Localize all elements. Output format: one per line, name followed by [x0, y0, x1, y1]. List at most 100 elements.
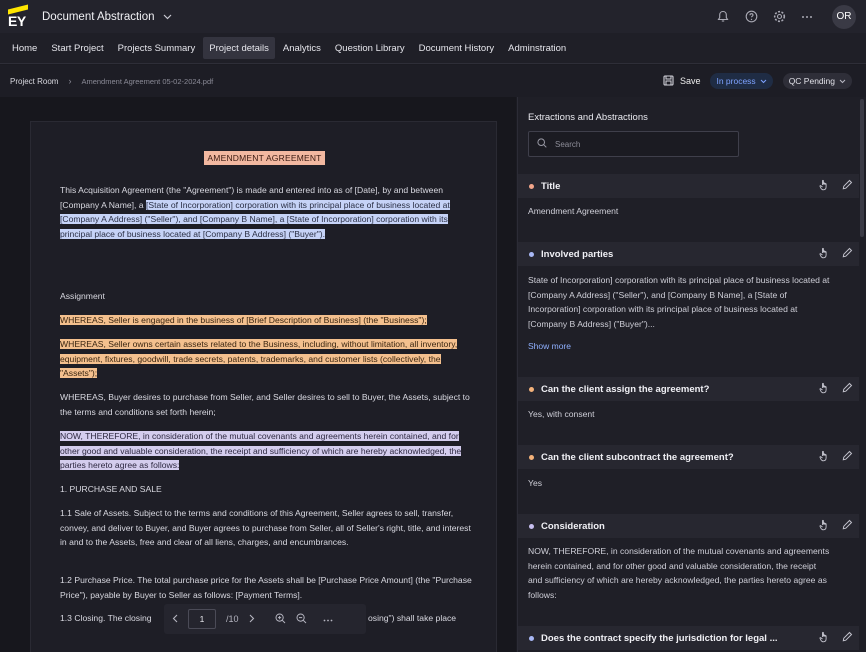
hand-pointer-icon[interactable]: [819, 247, 830, 262]
hand-pointer-icon[interactable]: [819, 382, 830, 397]
qc-label: QC Pending: [788, 76, 835, 86]
more-icon[interactable]: [323, 614, 333, 624]
next-page-icon[interactable]: [249, 614, 255, 625]
top-bar: EY Document Abstraction OR: [0, 0, 866, 33]
clause-1-3-start: 1.3 Closing. The closing: [60, 613, 152, 623]
page-controls: 1 /10: [164, 604, 366, 634]
edit-icon[interactable]: [842, 382, 853, 396]
highlight-consideration[interactable]: NOW, THEREFORE, in consideration of the …: [60, 431, 462, 470]
section-answer: NOW, THEREFORE, in consideration of the …: [528, 546, 830, 600]
edit-icon[interactable]: [842, 179, 853, 193]
edit-icon[interactable]: [842, 247, 853, 261]
nav-question-library[interactable]: Question Library: [329, 37, 411, 59]
section-label: Involved parties: [541, 248, 614, 260]
section-answer: Yes, with consent: [528, 409, 595, 419]
document-title: AMENDMENT AGREEMENT: [204, 151, 325, 165]
status-dot: [529, 183, 534, 189]
clause-1-1: 1.1 Sale of Assets. Subject to the terms…: [60, 508, 471, 547]
status-dot: [529, 454, 534, 460]
status-dot: [529, 251, 534, 257]
ey-logo: EY: [2, 0, 32, 33]
document-viewer: AMENDMENT AGREEMENT This Acquisition Agr…: [0, 97, 516, 652]
save-label: Save: [679, 76, 701, 86]
nav-home[interactable]: Home: [6, 37, 43, 59]
nav-analytics[interactable]: Analytics: [277, 37, 327, 59]
logo-text: EY: [8, 13, 26, 29]
clause-1-3-end: osing") shall take place: [368, 613, 457, 623]
save-button[interactable]: Save: [663, 74, 701, 88]
status-dot: [529, 386, 534, 392]
search-icon: [537, 137, 547, 151]
section-involved-parties[interactable]: Involved parties: [518, 242, 859, 266]
highlight-whereas-assets[interactable]: WHEREAS, Seller owns certain assets rela…: [60, 339, 458, 378]
chevron-down-icon: [760, 76, 767, 86]
whereas-purchase: WHEREAS, Buyer desires to purchase from …: [60, 392, 470, 417]
hand-pointer-icon[interactable]: [819, 450, 830, 465]
section-answer: State of Incorporation] corporation with…: [528, 275, 830, 329]
intro-paragraph: This Acquisition Agreement (the "Agreeme…: [60, 183, 474, 241]
section-subcontract-agreement[interactable]: Can the client subcontract the agreement…: [518, 445, 859, 469]
nav-document-history[interactable]: Document History: [413, 37, 501, 59]
nav-project-details[interactable]: Project details: [203, 37, 275, 59]
section-label: Can the client assign the agreement?: [541, 383, 710, 395]
assignment-heading: Assignment: [60, 291, 105, 301]
section-label: Title: [541, 180, 561, 192]
therefore-paragraph: NOW, THEREFORE, in consideration of the …: [60, 429, 474, 473]
status-label: In process: [716, 76, 756, 86]
breadcrumb: Project Room › Amendment Agreement 05-02…: [0, 65, 866, 97]
breadcrumb-file: Amendment Agreement 05-02-2024.pdf: [81, 76, 214, 86]
section-label: Can the client subcontract the agreement…: [541, 451, 734, 463]
gear-icon[interactable]: [772, 10, 786, 24]
nav-start-project[interactable]: Start Project: [45, 37, 109, 59]
hand-pointer-icon[interactable]: [819, 631, 830, 646]
zoom-in-icon[interactable]: [275, 613, 286, 626]
clause-1-2: 1.2 Purchase Price. The total purchase p…: [60, 575, 472, 600]
section-title[interactable]: Title: [518, 174, 859, 198]
show-more-link[interactable]: Show more: [528, 341, 571, 351]
nav-projects-summary[interactable]: Projects Summary: [112, 37, 202, 59]
zoom-out-icon[interactable]: [296, 613, 307, 626]
page-total: /10: [226, 614, 239, 624]
status-dropdown[interactable]: In process: [710, 73, 773, 89]
document-page: AMENDMENT AGREEMENT This Acquisition Agr…: [30, 121, 497, 652]
chevron-down-icon: [839, 76, 846, 86]
save-icon: [663, 74, 674, 88]
section-purchase-and-sale: 1. PURCHASE AND SALE: [60, 484, 162, 494]
section-label: Consideration: [541, 520, 605, 532]
search-field[interactable]: [528, 131, 739, 157]
edit-icon[interactable]: [842, 631, 853, 645]
app-title: Document Abstraction: [42, 10, 155, 23]
section-label: Does the contract specify the jurisdicti…: [541, 632, 778, 644]
nav-administration[interactable]: Adminstration: [502, 37, 572, 59]
panel-title: Extractions and Abstractions: [528, 112, 648, 123]
section-answer: Amendment Agreement: [528, 206, 619, 216]
hand-pointer-icon[interactable]: [819, 179, 830, 194]
section-assign-agreement[interactable]: Can the client assign the agreement?: [518, 377, 859, 401]
hand-pointer-icon[interactable]: [819, 519, 830, 534]
whereas-assets: WHEREAS, Seller owns certain assets rela…: [60, 337, 474, 381]
edit-icon[interactable]: [842, 450, 853, 464]
help-icon[interactable]: [744, 10, 758, 24]
avatar[interactable]: OR: [832, 4, 856, 29]
whereas-business: WHEREAS, Seller is engaged in the busine…: [60, 313, 474, 328]
highlight-whereas-business[interactable]: WHEREAS, Seller is engaged in the busine…: [60, 315, 427, 325]
status-dot: [529, 523, 534, 529]
section-answer: Yes: [528, 478, 543, 488]
section-jurisdiction[interactable]: Does the contract specify the jurisdicti…: [518, 626, 859, 650]
chevron-right-icon: ›: [68, 76, 72, 86]
qc-dropdown[interactable]: QC Pending: [782, 73, 852, 89]
main-nav: Home Start Project Projects Summary Proj…: [0, 33, 866, 64]
more-icon[interactable]: [800, 10, 814, 24]
bell-icon[interactable]: [716, 10, 730, 24]
breadcrumb-root[interactable]: Project Room: [10, 77, 58, 86]
page-number-input[interactable]: 1: [188, 609, 216, 629]
status-dot: [529, 635, 534, 641]
prev-page-icon[interactable]: [172, 614, 178, 625]
panel-scrollbar[interactable]: [860, 99, 864, 237]
extraction-panel: Extractions and Abstractions Title Amend…: [517, 97, 866, 652]
app-switcher[interactable]: Document Abstraction: [42, 11, 172, 23]
chevron-down-icon: [163, 11, 172, 23]
section-consideration[interactable]: Consideration: [518, 514, 859, 538]
edit-icon[interactable]: [842, 519, 853, 533]
search-input[interactable]: [555, 139, 725, 149]
